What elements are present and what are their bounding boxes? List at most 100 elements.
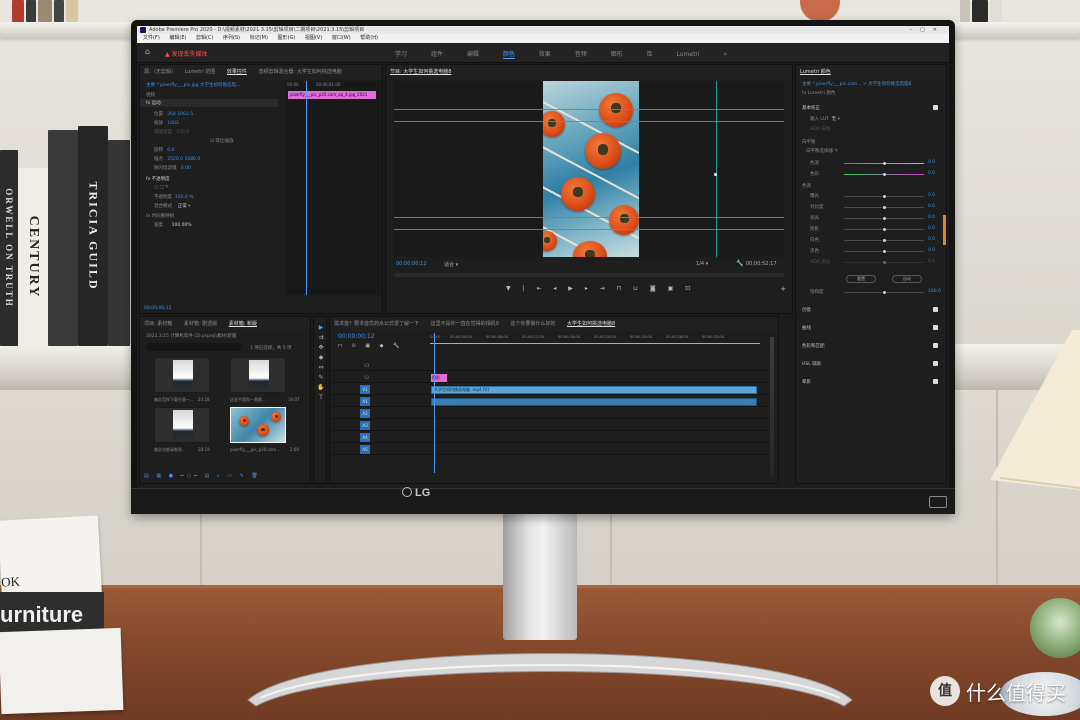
contrast-slider[interactable]: [844, 205, 924, 209]
project-thumb-persimmon[interactable]: [230, 407, 286, 443]
missing-media-warning[interactable]: ▲ 发现丢失媒体: [165, 49, 208, 58]
program-timecode[interactable]: 00;00;00;12: [396, 261, 427, 267]
workspace-tab-audio[interactable]: 音频: [575, 51, 587, 58]
tab-bin-spoiler[interactable]: 素材箱: 剧透版: [184, 321, 217, 327]
ec-playhead[interactable]: [306, 81, 307, 295]
creative-checkbox[interactable]: [933, 307, 938, 312]
effect-controls-timeline[interactable]: 00:00 00;00;01;00 pixerfly___pic_p20.com…: [286, 81, 382, 295]
workspace-tab-learn[interactable]: 学习: [395, 51, 407, 58]
fx-motion[interactable]: fx 运动: [146, 100, 161, 106]
menu-clip[interactable]: 剪辑(C): [196, 35, 213, 41]
highlights-value[interactable]: 0.0: [928, 215, 935, 220]
hsl-checkbox[interactable]: [933, 361, 938, 366]
tone-header[interactable]: 色调: [802, 183, 811, 189]
hdr-specular-value[interactable]: 0.0: [928, 259, 935, 264]
menu-file[interactable]: 文件(F): [143, 35, 160, 41]
section-creative[interactable]: 创意: [802, 307, 811, 313]
input-lut[interactable]: 输入 LUT 无 ▾: [810, 116, 840, 122]
shadows-value[interactable]: 0.0: [928, 226, 935, 231]
workspace-tab-effects[interactable]: 效果: [539, 51, 551, 58]
exposure-slider[interactable]: [844, 194, 924, 198]
menu-window[interactable]: 窗口(W): [332, 35, 351, 41]
saturation-slider[interactable]: [844, 290, 924, 294]
reset-button[interactable]: 重置: [846, 275, 876, 283]
razor-tool-icon[interactable]: ◆: [316, 353, 326, 363]
program-fit-select[interactable]: 适合 ▾: [444, 261, 458, 268]
track-target-a3[interactable]: A3: [360, 421, 370, 430]
selection-tool-icon[interactable]: ▶: [316, 323, 326, 333]
type-tool-icon[interactable]: T: [316, 393, 326, 403]
tab-lumetri-scopes[interactable]: Lumetri 范围: [185, 69, 216, 75]
program-time-ruler[interactable]: [394, 273, 784, 277]
exposure-value[interactable]: 0.0: [928, 193, 935, 198]
workspace-tab-graphics[interactable]: 图形: [611, 51, 623, 58]
temperature-slider[interactable]: [844, 161, 924, 165]
timeline-tab[interactable]: 需求首？要求首优的水公式很了解一下: [334, 321, 419, 327]
audio-clip[interactable]: [431, 398, 757, 406]
window-controls[interactable]: –□✕: [910, 26, 945, 34]
param-anti-flicker[interactable]: 防闪烁滤镜 0.00: [154, 165, 191, 171]
param-blend-mode[interactable]: 混合模式 正常 ▾: [154, 203, 190, 209]
tab-effect-controls[interactable]: 效果控件: [227, 69, 247, 75]
temperature-value[interactable]: 0.0: [928, 160, 935, 165]
blacks-slider[interactable]: [844, 249, 924, 253]
tab-project[interactable]: 项目: 素材箱: [144, 321, 172, 327]
tab-bin-new[interactable]: 素材箱: 新版: [229, 321, 257, 327]
fx-opacity[interactable]: fx 不透明度: [146, 176, 170, 182]
hdr-white[interactable]: HDR 白色: [810, 126, 830, 132]
tab-audio-mixer[interactable]: 音频剪辑混合器: 大学生如何挑选电脑: [259, 69, 342, 75]
param-scale-width[interactable]: 缩放宽度 100.0: [154, 129, 189, 135]
basic-correction-header[interactable]: 基本校正: [802, 105, 820, 111]
add-button-icon[interactable]: +: [780, 285, 786, 293]
menu-view[interactable]: 视图(V): [305, 35, 322, 41]
timeline-toolbar[interactable]: ⊓ ⊙ ▣ ◆ 🔧: [338, 343, 403, 349]
param-uniform-scale[interactable]: ☑ 等比缩放: [210, 138, 233, 144]
tab-lumetri-color[interactable]: Lumetri 颜色: [800, 69, 831, 75]
home-icon[interactable]: ⌂: [145, 48, 153, 56]
wb-selector[interactable]: 白平衡选择器 ✎: [806, 148, 838, 154]
blacks-value[interactable]: 0.0: [928, 248, 935, 253]
section-curves[interactable]: 曲线: [802, 325, 811, 331]
track-target-a4[interactable]: A4: [360, 433, 370, 442]
workspace-tab-lumetri[interactable]: Lumetri: [677, 51, 700, 58]
lumetri-scrollbar[interactable]: [943, 215, 946, 245]
wrench-icon[interactable]: 🔧: [736, 260, 743, 267]
ec-clip-bar[interactable]: pixerfly___pic_p20.com_op_4.jpg_2021: [288, 91, 376, 99]
ripple-edit-icon[interactable]: ✥: [316, 343, 326, 353]
section-vignette[interactable]: 晕影: [802, 379, 811, 385]
param-opacity[interactable]: 不透明度 100.0 %: [154, 194, 193, 200]
project-thumb[interactable]: [230, 357, 286, 393]
workspace-tab-color[interactable]: 颜色: [502, 51, 515, 59]
basic-correction-checkbox[interactable]: [933, 105, 938, 110]
anchor-point[interactable]: [714, 173, 717, 176]
pen-tool-icon[interactable]: ✎: [316, 373, 326, 383]
contrast-value[interactable]: 0.0: [928, 204, 935, 209]
param-scale[interactable]: 缩放 1003: [154, 120, 179, 126]
param-position[interactable]: 位置 264 1003.5: [154, 111, 193, 117]
param-speed[interactable]: 速度 100.00%: [154, 222, 192, 228]
timeline-playhead[interactable]: [434, 333, 435, 473]
track-target-a5[interactable]: A5: [360, 445, 370, 454]
tint-slider[interactable]: [844, 172, 924, 176]
vignette-checkbox[interactable]: [933, 379, 938, 384]
project-thumb[interactable]: [154, 407, 210, 443]
fx-time-remap[interactable]: fx 时间重映射: [146, 213, 174, 219]
slip-tool-icon[interactable]: ⇔: [316, 363, 326, 373]
param-anchor[interactable]: 锚点 2520.0 1680.0: [154, 156, 200, 162]
program-resolution[interactable]: 1/4 ▾: [696, 261, 708, 267]
track-select-icon[interactable]: ⇉: [316, 333, 326, 343]
track-target-a1[interactable]: A1: [360, 397, 370, 406]
hdr-specular-slider[interactable]: [844, 260, 924, 264]
menu-edit[interactable]: 编辑(E): [169, 35, 186, 41]
project-thumb[interactable]: [154, 357, 210, 393]
timeline-timecode[interactable]: 00;00;00;12: [338, 333, 375, 340]
menu-graphics[interactable]: 图形(G): [278, 35, 296, 41]
curves-checkbox[interactable]: [933, 325, 938, 330]
project-bottom-bar[interactable]: ▤ ▦ ● ━○━ ▤ ⌕ ▭ ✎ 🗑: [144, 473, 261, 479]
mask-tools[interactable]: ○ □ ✎: [154, 185, 169, 190]
program-viewer[interactable]: [394, 81, 784, 257]
hand-tool-icon[interactable]: ✋: [316, 383, 326, 393]
timeline-tab[interactable]: 这个你要做什么好的: [510, 321, 555, 327]
menu-sequence[interactable]: 序列(S): [223, 35, 240, 41]
white-balance-header[interactable]: 白平衡: [802, 139, 816, 145]
